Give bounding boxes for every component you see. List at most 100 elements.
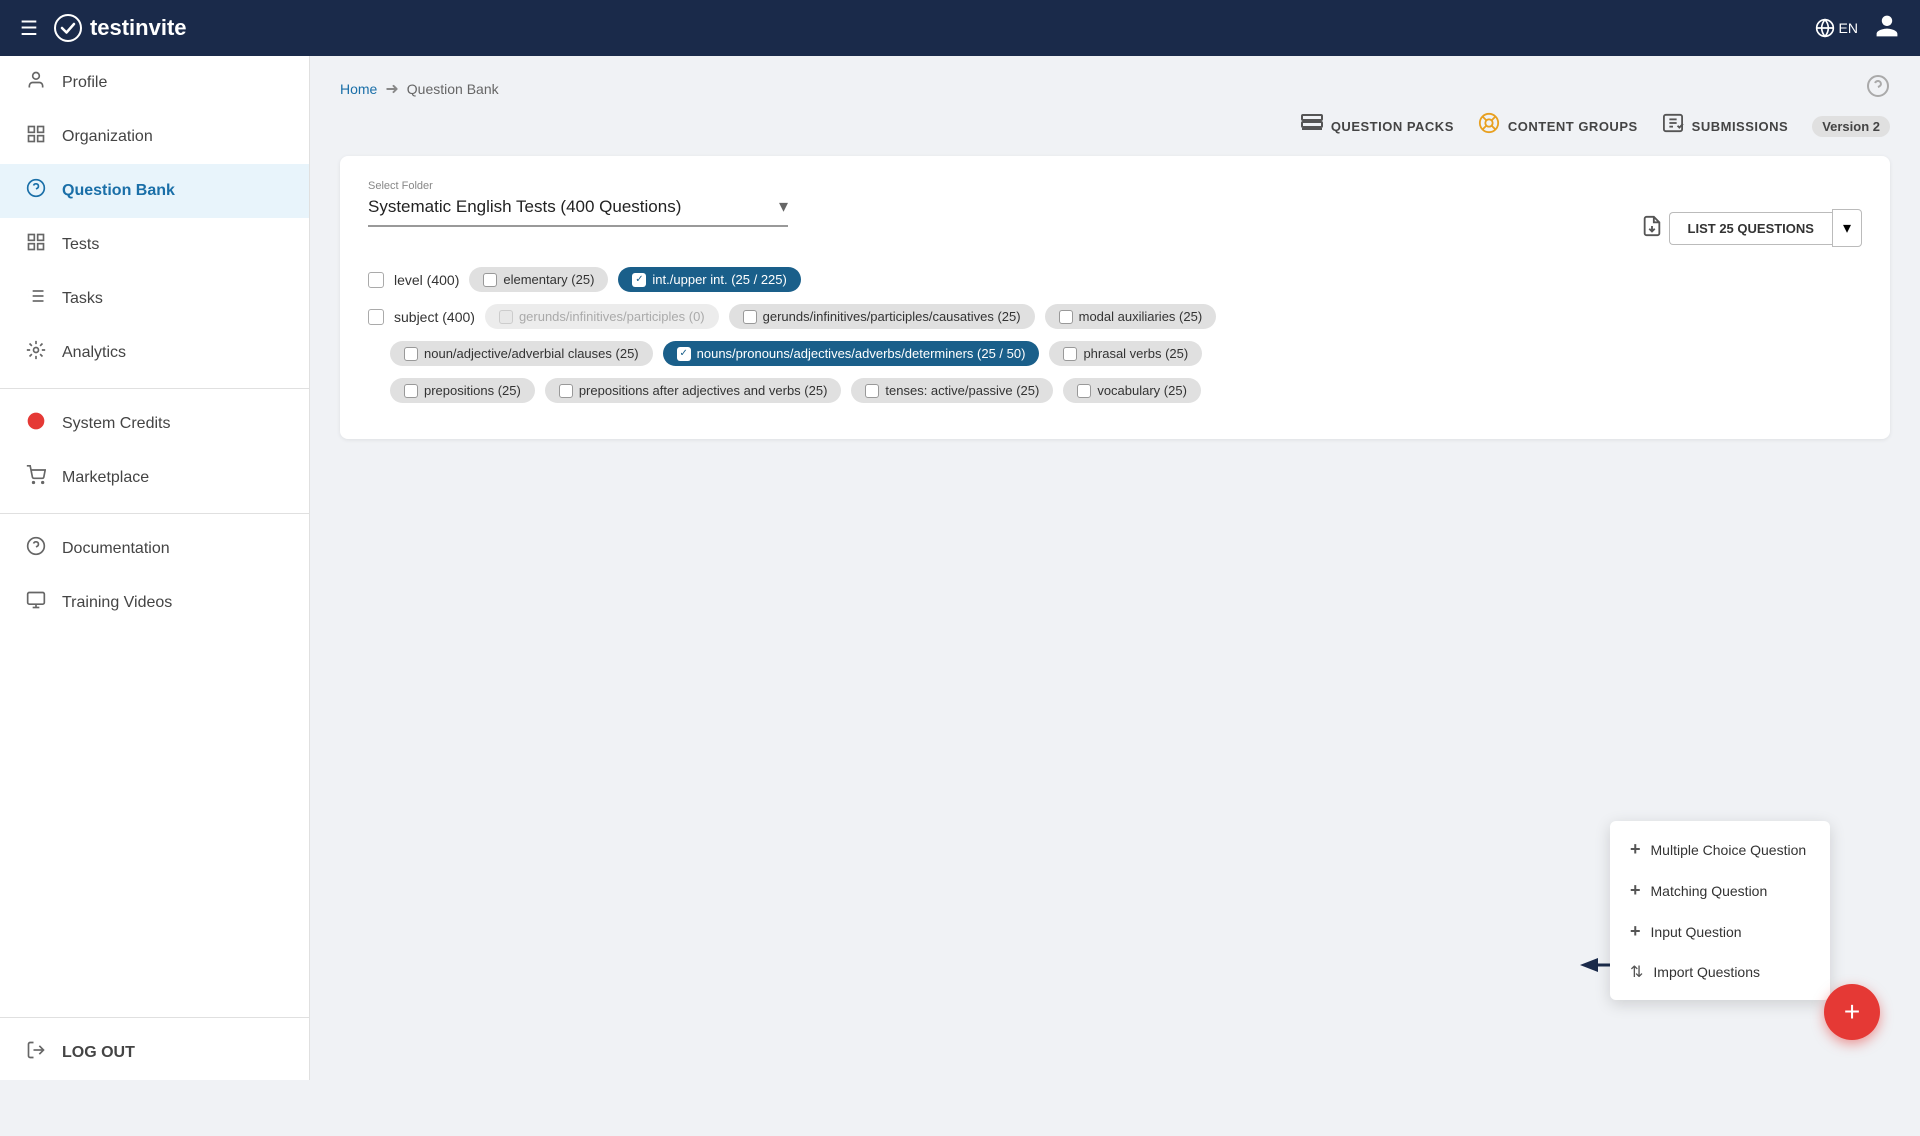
training-videos-label: Training Videos	[62, 594, 172, 612]
sidebar-divider-1	[0, 388, 309, 389]
chip-vocabulary[interactable]: vocabulary (25)	[1063, 378, 1201, 403]
sidebar-item-profile[interactable]: Profile	[0, 56, 309, 110]
chip-label-phrasal: phrasal verbs (25)	[1083, 346, 1188, 361]
user-avatar[interactable]	[1874, 13, 1900, 44]
submissions-btn[interactable]: SUBMISSIONS	[1662, 113, 1789, 139]
dropdown-matching[interactable]: + Matching Question	[1610, 870, 1830, 911]
plus-icon-2: +	[1630, 880, 1641, 901]
subject-label: subject (400)	[394, 309, 475, 325]
list-questions-button[interactable]: LIST 25 QUESTIONS	[1669, 212, 1832, 245]
level-label: level (400)	[394, 272, 459, 288]
level-filter-row: level (400) elementary (25) ✓ int./upper…	[368, 267, 1862, 292]
folder-dropdown-arrow[interactable]: ▾	[779, 196, 788, 217]
chip-phrasal[interactable]: phrasal verbs (25)	[1049, 341, 1202, 366]
chip-label-gerunds-disabled: gerunds/infinitives/participles (0)	[519, 309, 705, 324]
sidebar-item-analytics[interactable]: Analytics	[0, 326, 309, 380]
chip-label-int-upper: int./upper int. (25 / 225)	[652, 272, 786, 287]
chip-label-vocabulary: vocabulary (25)	[1097, 383, 1187, 398]
subject-filter-row3: prepositions (25) prepositions after adj…	[368, 378, 1862, 403]
help-icon[interactable]	[1866, 74, 1890, 104]
chip-cb-phrasal	[1063, 347, 1077, 361]
folder-value: Systematic English Tests (400 Questions)	[368, 197, 681, 217]
dropdown-import[interactable]: ⇅ Import Questions	[1610, 952, 1830, 992]
question-packs-label: QUESTION PACKS	[1331, 119, 1454, 134]
sidebar-item-question-bank[interactable]: Question Bank	[0, 164, 309, 218]
list-questions-dropdown[interactable]: ▾	[1832, 209, 1862, 247]
sidebar-item-training-videos[interactable]: Training Videos	[0, 576, 309, 630]
submissions-icon	[1662, 113, 1684, 139]
chip-label-prepositions: prepositions (25)	[424, 383, 521, 398]
logo-icon	[54, 14, 82, 42]
dropdown-label-input: Input Question	[1651, 924, 1742, 940]
chip-prepositions[interactable]: prepositions (25)	[390, 378, 535, 403]
subject-checkbox[interactable]	[368, 309, 384, 325]
sidebar-item-system-credits[interactable]: System Credits	[0, 397, 309, 451]
chip-cb-gerunds-disabled	[499, 310, 513, 324]
sidebar-item-marketplace[interactable]: Marketplace	[0, 451, 309, 505]
tasks-icon	[24, 286, 48, 312]
chip-nouns-pronouns[interactable]: ✓ nouns/pronouns/adjectives/adverbs/dete…	[663, 341, 1040, 366]
content-groups-label: CONTENT GROUPS	[1508, 119, 1638, 134]
toolbar: QUESTION PACKS CONTENT GROUPS	[310, 104, 1920, 148]
chip-int-upper[interactable]: ✓ int./upper int. (25 / 225)	[618, 267, 800, 292]
top-navigation: ☰ testinvite EN	[0, 0, 1920, 56]
logo-text: testinvite	[90, 15, 187, 41]
chip-gerunds-disabled[interactable]: gerunds/infinitives/participles (0)	[485, 304, 719, 329]
training-videos-icon	[24, 590, 48, 616]
chip-prepositions-adj[interactable]: prepositions after adjectives and verbs …	[545, 378, 842, 403]
plus-icon-3: +	[1630, 921, 1641, 942]
chip-cb-prepositions-adj	[559, 384, 573, 398]
menu-toggle[interactable]: ☰	[20, 16, 38, 41]
sidebar-item-tests[interactable]: Tests	[0, 218, 309, 272]
dropdown-input[interactable]: + Input Question	[1610, 911, 1830, 952]
breadcrumb-arrow: ➜	[385, 79, 398, 99]
chip-label-noun-adj: noun/adjective/adverbial clauses (25)	[424, 346, 639, 361]
organization-icon	[24, 124, 48, 150]
dropdown-label-multiple-choice: Multiple Choice Question	[1651, 842, 1807, 858]
language-selector[interactable]: EN	[1815, 18, 1858, 38]
level-checkbox[interactable]	[368, 272, 384, 288]
breadcrumb-home[interactable]: Home	[340, 81, 377, 97]
dropdown-multiple-choice[interactable]: + Multiple Choice Question	[1610, 829, 1830, 870]
dropdown-label-matching: Matching Question	[1651, 883, 1768, 899]
chip-label-gerunds-causatives: gerunds/infinitives/participles/causativ…	[763, 309, 1021, 324]
logout-label: LOG OUT	[62, 1044, 135, 1062]
analytics-icon	[24, 340, 48, 366]
submissions-label: SUBMISSIONS	[1692, 119, 1789, 134]
organization-label: Organization	[62, 128, 153, 146]
chip-label-tenses: tenses: active/passive (25)	[885, 383, 1039, 398]
profile-label: Profile	[62, 74, 107, 92]
sort-icon: ⇅	[1630, 962, 1643, 982]
plus-icon-1: +	[1630, 839, 1641, 860]
sidebar-item-tasks[interactable]: Tasks	[0, 272, 309, 326]
chip-label-elementary: elementary (25)	[503, 272, 594, 287]
tests-icon	[24, 232, 48, 258]
question-packs-icon	[1301, 114, 1323, 138]
sidebar-divider-2	[0, 513, 309, 514]
content-groups-icon	[1478, 112, 1500, 140]
chip-gerunds-causatives[interactable]: gerunds/infinitives/participles/causativ…	[729, 304, 1035, 329]
tests-label: Tests	[62, 236, 99, 254]
content-groups-btn[interactable]: CONTENT GROUPS	[1478, 112, 1638, 140]
sidebar-item-documentation[interactable]: Documentation	[0, 522, 309, 576]
chip-cb-tenses	[865, 384, 879, 398]
breadcrumb: Home ➜ Question Bank	[340, 79, 499, 99]
sidebar-item-organization[interactable]: Organization	[0, 110, 309, 164]
filter-card: Select Folder Systematic English Tests (…	[340, 156, 1890, 439]
chip-elementary[interactable]: elementary (25)	[469, 267, 608, 292]
folder-label: Select Folder	[368, 180, 1641, 192]
chip-noun-adj[interactable]: noun/adjective/adverbial clauses (25)	[390, 341, 653, 366]
folder-select-row[interactable]: Systematic English Tests (400 Questions)…	[368, 196, 788, 227]
chip-modal[interactable]: modal auxiliaries (25)	[1045, 304, 1217, 329]
documentation-icon	[24, 536, 48, 562]
sidebar-credits-items: System Credits Marketplace	[0, 397, 309, 505]
chip-cb-vocabulary	[1077, 384, 1091, 398]
dropdown-label-import: Import Questions	[1653, 964, 1760, 980]
chip-label-prepositions-adj: prepositions after adjectives and verbs …	[579, 383, 828, 398]
add-questions-fab[interactable]: +	[1824, 984, 1880, 1040]
chip-tenses[interactable]: tenses: active/passive (25)	[851, 378, 1053, 403]
question-packs-btn[interactable]: QUESTION PACKS	[1301, 114, 1454, 138]
subject-filter-row: subject (400) gerunds/infinitives/partic…	[368, 304, 1862, 329]
subject-filter-row2: noun/adjective/adverbial clauses (25) ✓ …	[368, 341, 1862, 366]
sidebar-item-logout[interactable]: LOG OUT	[0, 1026, 309, 1080]
